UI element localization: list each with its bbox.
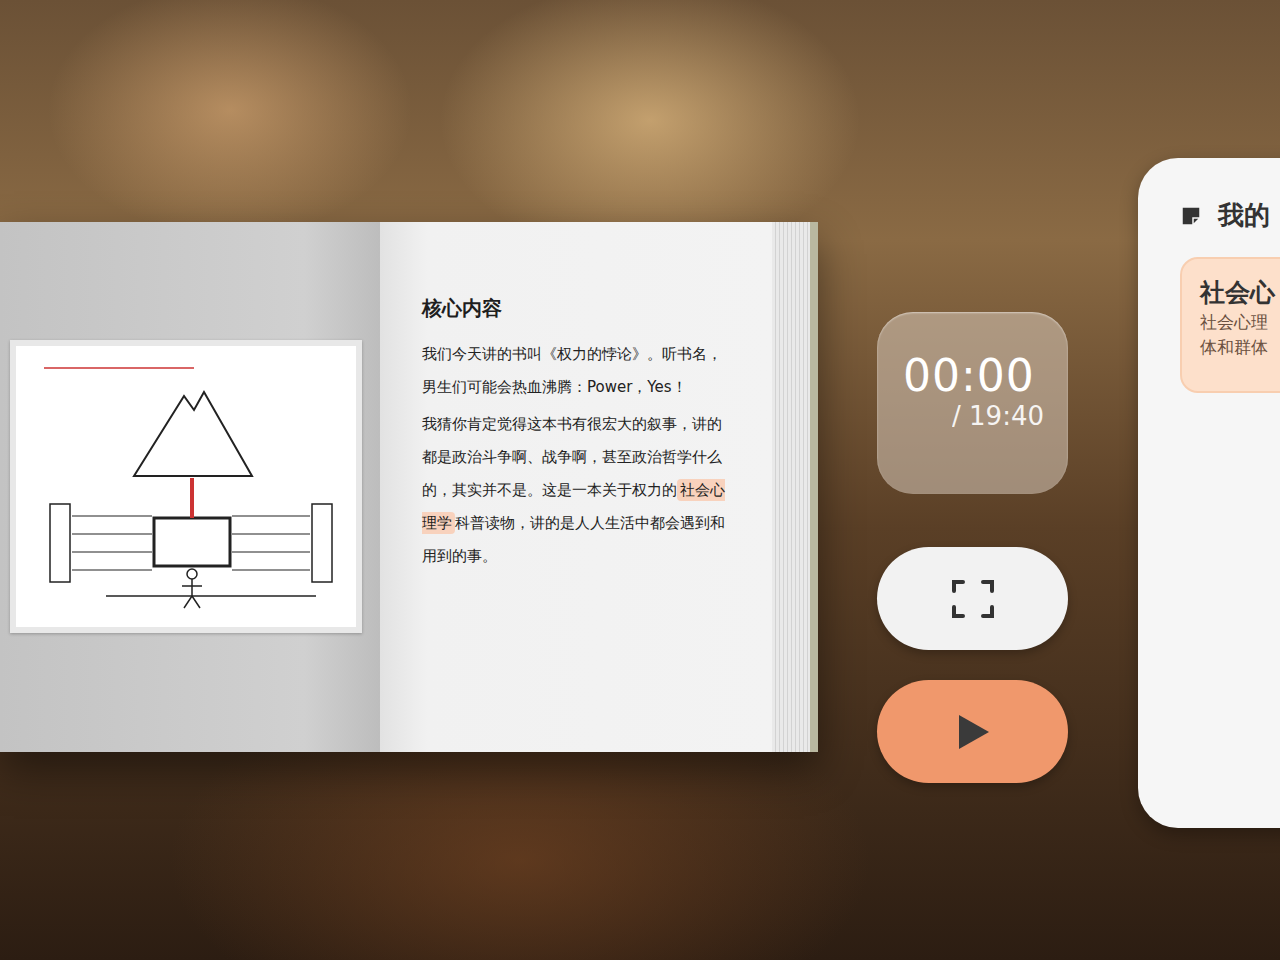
left-page	[0, 222, 380, 752]
panel-title: 我的	[1218, 196, 1270, 235]
page-heading: 核心内容	[422, 296, 732, 320]
book-edge	[772, 222, 818, 752]
elapsed-time: 00:00	[903, 352, 1048, 400]
sketch-picture	[10, 340, 362, 633]
page-paragraph: 我猜你肯定觉得这本书有很宏大的叙事，讲的都是政治斗争啊、战争啊，甚至政治哲学什么…	[422, 408, 732, 573]
vr-scene: 核心内容我们今天讲的书叫《权力的悖论》。听书名，男生们可能会热血沸腾：Power…	[0, 0, 1280, 960]
note-card[interactable]: 社会心社会心理体和群体	[1180, 257, 1280, 393]
playback-timer: 00:00/ 19:40	[877, 312, 1068, 494]
text-run: 科普读物，讲的是人人生活中都会遇到和用到的事。	[422, 514, 725, 565]
text-run: 我们今天讲的书叫《权力的悖论》。听书名，男生们可能会热血沸腾：Power，Yes…	[422, 345, 722, 396]
fullscreen-icon	[951, 579, 995, 619]
open-book: 核心内容我们今天讲的书叫《权力的悖论》。听书名，男生们可能会热血沸腾：Power…	[0, 222, 818, 752]
note-line: 体和群体	[1200, 335, 1280, 361]
total-duration: / 19:40	[903, 400, 1048, 434]
note-icon	[1180, 205, 1202, 227]
play-icon	[953, 712, 993, 752]
fullscreen-button[interactable]	[877, 547, 1068, 650]
panel-header: 我的	[1180, 196, 1280, 235]
notes-panel: 我的社会心社会心理体和群体	[1138, 158, 1280, 828]
page-paragraph: 我们今天讲的书叫《权力的悖论》。听书名，男生们可能会热血沸腾：Power，Yes…	[422, 338, 732, 404]
note-title: 社会心	[1200, 277, 1280, 310]
right-page: 核心内容我们今天讲的书叫《权力的悖论》。听书名，男生们可能会热血沸腾：Power…	[380, 222, 772, 752]
note-line: 社会心理	[1200, 310, 1280, 336]
play-button[interactable]	[877, 680, 1068, 783]
mind-map-sketch-icon	[16, 346, 356, 627]
